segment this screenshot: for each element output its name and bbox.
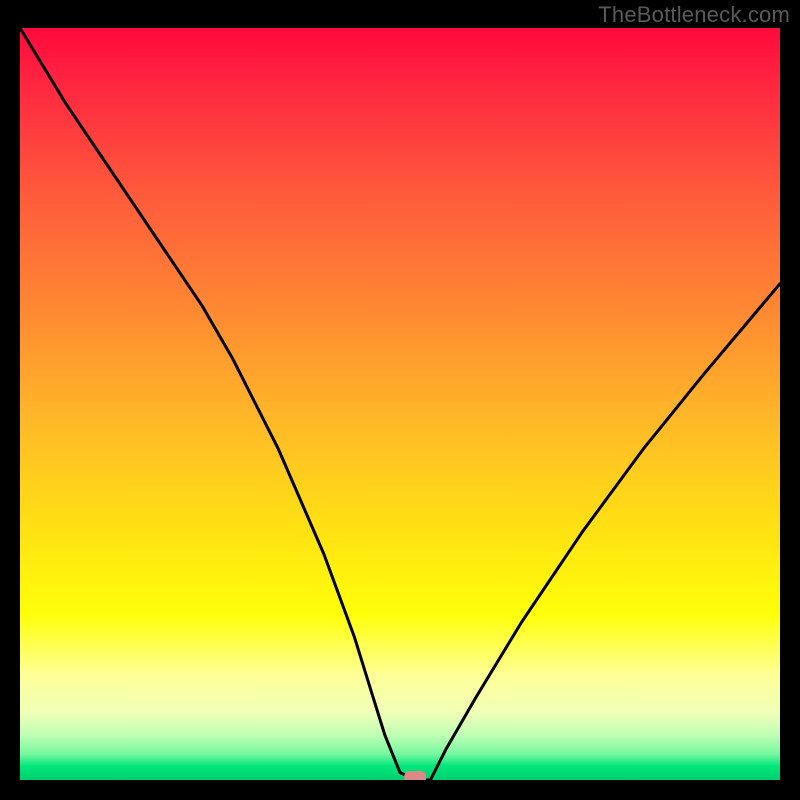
plot-area xyxy=(20,28,780,780)
bottleneck-curve xyxy=(20,28,780,780)
optimum-marker xyxy=(404,771,426,780)
chart-frame: TheBottleneck.com xyxy=(0,0,800,800)
curve-svg xyxy=(20,28,780,780)
watermark-text: TheBottleneck.com xyxy=(598,2,790,28)
